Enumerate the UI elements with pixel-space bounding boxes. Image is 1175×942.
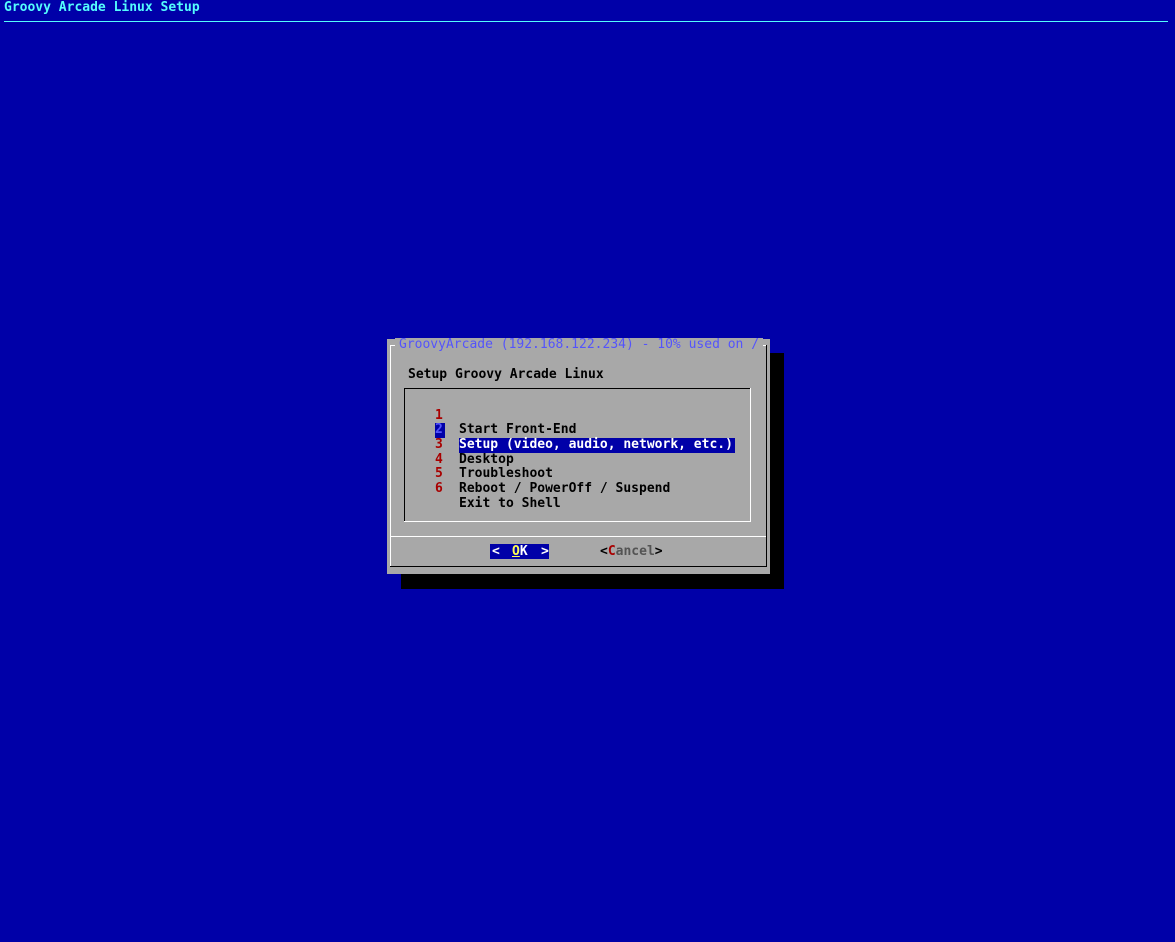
ok-bracket-left: < [492, 544, 500, 559]
menu-item-troubleshoot[interactable]: 4 Troubleshoot [404, 438, 751, 481]
dialog-frame-left [390, 345, 391, 566]
menu-item-label: Reboot / PowerOff / Suspend [459, 481, 671, 497]
menu-box-top [404, 388, 751, 389]
ok-bracket-right: > [541, 544, 549, 559]
cancel-bracket-right: > [654, 544, 663, 559]
menu-item-start-front-end[interactable]: 1 Start Front-End [404, 394, 751, 437]
cancel-bracket-left: < [600, 544, 608, 559]
backtitle: Groovy Arcade Linux Setup [4, 0, 200, 15]
menu-list-box: 1 Start Front-End 2 Setup (video, audio,… [404, 388, 751, 522]
menu-dialog: GroovyArcade (192.168.122.234) - 10% use… [387, 338, 770, 574]
dialog-frame-bottom [390, 566, 767, 567]
menu-item-label: Exit to Shell [459, 495, 561, 511]
menu-item-exit-to-shell[interactable]: 6 Exit to Shell [404, 467, 751, 510]
menu-list: 1 Start Front-End 2 Setup (video, audio,… [404, 394, 751, 511]
menu-item-desktop[interactable]: 3 Desktop [404, 423, 751, 466]
menu-item-reboot-poweroff-suspend[interactable]: 5 Reboot / PowerOff / Suspend [404, 453, 751, 496]
cancel-hotkey: C [607, 544, 616, 559]
dialog-title: GroovyArcade (192.168.122.234) - 10% use… [395, 338, 764, 352]
dialog-frame-right [766, 345, 767, 567]
cancel-button[interactable]: <Cancel> [600, 544, 663, 559]
ok-rest: K [519, 544, 528, 559]
dialog-prompt: Setup Groovy Arcade Linux [408, 367, 604, 382]
menu-item-setup[interactable]: 2 Setup (video, audio, network, etc.) [404, 409, 751, 453]
menu-item-number: 6 [435, 481, 443, 497]
backtitle-divider [4, 21, 1168, 22]
ok-button[interactable]: < OK > [490, 544, 549, 559]
ok-button-label: OK [512, 544, 528, 559]
button-row-divider [391, 536, 766, 537]
terminal-screen: Groovy Arcade Linux Setup GroovyArcade (… [0, 0, 1175, 942]
cancel-rest: ancel [615, 544, 655, 559]
ok-hotkey: O [512, 544, 520, 559]
